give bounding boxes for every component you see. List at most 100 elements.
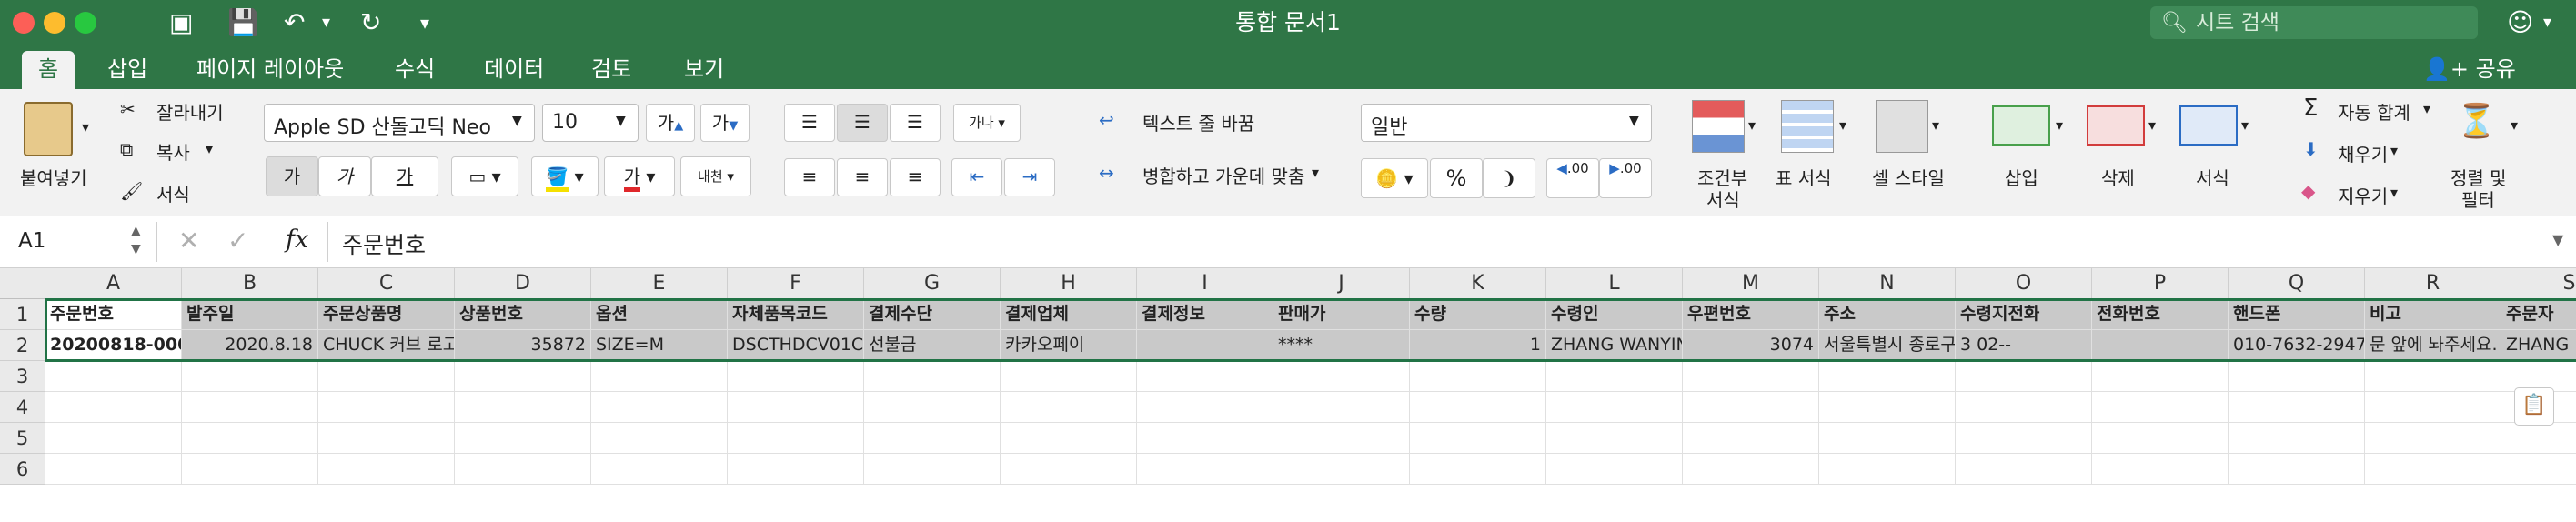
column-header-Q[interactable]: Q: [2229, 268, 2365, 299]
format-as-table-label[interactable]: 표 서식: [1776, 164, 1832, 190]
cell-C4[interactable]: [318, 392, 455, 423]
cell-A6[interactable]: [45, 454, 182, 485]
align-top-button[interactable]: ☰: [784, 104, 835, 142]
column-header-I[interactable]: I: [1137, 268, 1273, 299]
cell-D5[interactable]: [455, 423, 591, 454]
cell-D4[interactable]: [455, 392, 591, 423]
conditional-formatting-label-2[interactable]: 서식: [1706, 186, 1740, 212]
cell-M4[interactable]: [1683, 392, 1819, 423]
merge-center-icon[interactable]: ↔: [1099, 162, 1114, 184]
cell-D6[interactable]: [455, 454, 591, 485]
cell-J6[interactable]: [1273, 454, 1410, 485]
cell-C1[interactable]: 주문상품명: [318, 299, 455, 330]
column-header-J[interactable]: J: [1273, 268, 1410, 299]
column-header-O[interactable]: O: [1956, 268, 2092, 299]
cell-J4[interactable]: [1273, 392, 1410, 423]
cell-A4[interactable]: [45, 392, 182, 423]
cell-L1[interactable]: 수령인: [1546, 299, 1683, 330]
format-cells-label[interactable]: 서식: [2196, 164, 2229, 190]
paste-dropdown-icon[interactable]: ▾: [82, 118, 89, 136]
column-header-R[interactable]: R: [2365, 268, 2501, 299]
decrease-decimal-button[interactable]: ▶.00: [1599, 158, 1652, 198]
comma-style-button[interactable]: ❩: [1483, 158, 1535, 198]
fill-dropdown-icon[interactable]: ▾: [2390, 142, 2398, 159]
cell-C3[interactable]: [318, 361, 455, 392]
conditional-formatting-icon[interactable]: [1692, 100, 1745, 153]
align-left-button[interactable]: ≡: [784, 158, 835, 196]
cell-H5[interactable]: [1001, 423, 1137, 454]
select-all-corner[interactable]: [0, 268, 45, 299]
cell-P2[interactable]: [2092, 330, 2229, 361]
cell-Q3[interactable]: [2229, 361, 2365, 392]
cell-M3[interactable]: [1683, 361, 1819, 392]
cell-Q6[interactable]: [2229, 454, 2365, 485]
worksheet-grid[interactable]: A B C D E F G H I J K L M N O P Q R S 1 주문번호 발주일 주문상품명 상품번호 옵션 자체…: [0, 268, 2576, 522]
cell-N4[interactable]: [1819, 392, 1956, 423]
cell-L5[interactable]: [1546, 423, 1683, 454]
increase-decimal-button[interactable]: ◀.00: [1546, 158, 1599, 198]
cell-L4[interactable]: [1546, 392, 1683, 423]
cell-G2[interactable]: 선불금: [864, 330, 1001, 361]
sort-filter-label-2[interactable]: 필터: [2461, 186, 2495, 212]
copy-dropdown-icon[interactable]: ▾: [206, 140, 213, 157]
column-header-S[interactable]: S: [2501, 268, 2576, 299]
cell-I5[interactable]: [1137, 423, 1273, 454]
cell-K3[interactable]: [1410, 361, 1546, 392]
cell-G4[interactable]: [864, 392, 1001, 423]
delete-cells-label[interactable]: 삭제: [2101, 164, 2135, 190]
cell-E5[interactable]: [591, 423, 728, 454]
cell-E6[interactable]: [591, 454, 728, 485]
formula-input[interactable]: 주문번호: [342, 227, 426, 260]
format-painter-icon[interactable]: 🖌: [120, 180, 143, 202]
font-name-select[interactable]: Apple SD 산돌고딕 Neo ▼: [264, 104, 535, 142]
account-dropdown-icon[interactable]: ▾: [2543, 7, 2551, 38]
cell-L2[interactable]: ZHANG WANYIN: [1546, 330, 1683, 361]
account-icon[interactable]: ☺: [2507, 7, 2533, 38]
insert-dropdown-icon[interactable]: ▾: [2056, 116, 2063, 134]
cell-E1[interactable]: 옵션: [591, 299, 728, 330]
decrease-indent-button[interactable]: ⇤: [951, 158, 1002, 196]
cell-F6[interactable]: [728, 454, 864, 485]
column-header-A[interactable]: A: [45, 268, 182, 299]
tab-page-layout[interactable]: 페이지 레이아웃: [196, 51, 344, 89]
font-size-select[interactable]: 10 ▼: [542, 104, 639, 142]
cell-N1[interactable]: 주소: [1819, 299, 1956, 330]
cell-O3[interactable]: [1956, 361, 2092, 392]
cell-F5[interactable]: [728, 423, 864, 454]
column-header-B[interactable]: B: [182, 268, 318, 299]
tab-home[interactable]: 홈: [22, 51, 75, 89]
cell-styles-dropdown-icon[interactable]: ▾: [1932, 116, 1939, 134]
cell-B1[interactable]: 발주일: [182, 299, 318, 330]
delete-cells-icon[interactable]: [2087, 105, 2145, 146]
cell-N2[interactable]: 서울특별시 종로구 명륜2가 64-1: [1819, 330, 1956, 361]
insert-cells-label[interactable]: 삽입: [2005, 164, 2038, 190]
italic-button[interactable]: 가: [318, 156, 371, 196]
cell-S6[interactable]: [2501, 454, 2576, 485]
format-dropdown-icon[interactable]: ▾: [2241, 116, 2249, 134]
copy-label[interactable]: 복사: [156, 138, 190, 165]
column-header-N[interactable]: N: [1819, 268, 1956, 299]
enter-icon[interactable]: ✓: [227, 226, 248, 256]
column-header-L[interactable]: L: [1546, 268, 1683, 299]
cell-J1[interactable]: 판매가: [1273, 299, 1410, 330]
cell-K6[interactable]: [1410, 454, 1546, 485]
expand-formula-bar-icon[interactable]: ▼: [2552, 231, 2563, 248]
cell-P3[interactable]: [2092, 361, 2229, 392]
insert-cells-icon[interactable]: [1992, 105, 2050, 146]
cell-E3[interactable]: [591, 361, 728, 392]
orientation-button[interactable]: 가나 ▾: [953, 104, 1021, 142]
cell-G6[interactable]: [864, 454, 1001, 485]
clear-dropdown-icon[interactable]: ▾: [2390, 184, 2398, 201]
cell-K1[interactable]: 수량: [1410, 299, 1546, 330]
cell-A5[interactable]: [45, 423, 182, 454]
cut-label[interactable]: 잘라내기: [156, 98, 224, 125]
cell-G1[interactable]: 결제수단: [864, 299, 1001, 330]
cell-P6[interactable]: [2092, 454, 2229, 485]
cell-A2[interactable]: 20200818-0000: [45, 330, 182, 361]
insert-function-icon[interactable]: fx: [286, 226, 308, 254]
cell-S1[interactable]: 주문자: [2501, 299, 2576, 330]
cell-styles-icon[interactable]: [1876, 100, 1928, 153]
name-box[interactable]: A1: [18, 229, 45, 253]
shrink-font-button[interactable]: 가▼: [700, 104, 750, 142]
cell-D1[interactable]: 상품번호: [455, 299, 591, 330]
